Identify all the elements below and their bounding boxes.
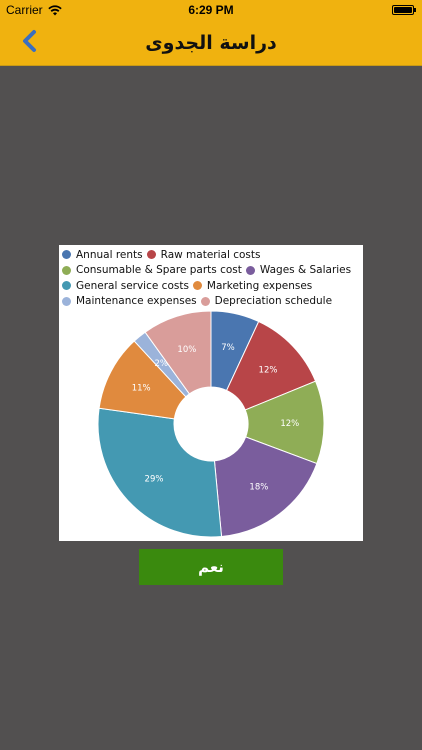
status-time: 6:29 PM (188, 3, 234, 17)
slice-label: 29% (145, 474, 164, 484)
status-bar: Carrier 6:29 PM (0, 0, 422, 20)
battery-fill (394, 7, 412, 13)
slice-label: 11% (132, 383, 151, 393)
navigation-bar: دراسة الجدوى (0, 20, 422, 66)
donut-chart: 7%12%12%18%29%11%2%10% (97, 310, 325, 538)
yes-button[interactable]: نعم (139, 549, 283, 585)
battery-nub (414, 8, 416, 12)
page-title: دراسة الجدوى (145, 32, 277, 54)
back-button[interactable] (16, 26, 48, 58)
chart-card: Annual rents Raw material costs Consumab… (59, 245, 363, 541)
battery-icon (392, 5, 416, 15)
slice-label: 12% (259, 366, 278, 376)
slice-label: 7% (221, 343, 235, 353)
pie-slice-general-service-costs (97, 407, 223, 538)
slice-label: 10% (177, 345, 196, 355)
slice-label: 12% (280, 419, 299, 429)
chevron-left-icon (23, 30, 36, 52)
slice-label: 18% (249, 483, 268, 493)
